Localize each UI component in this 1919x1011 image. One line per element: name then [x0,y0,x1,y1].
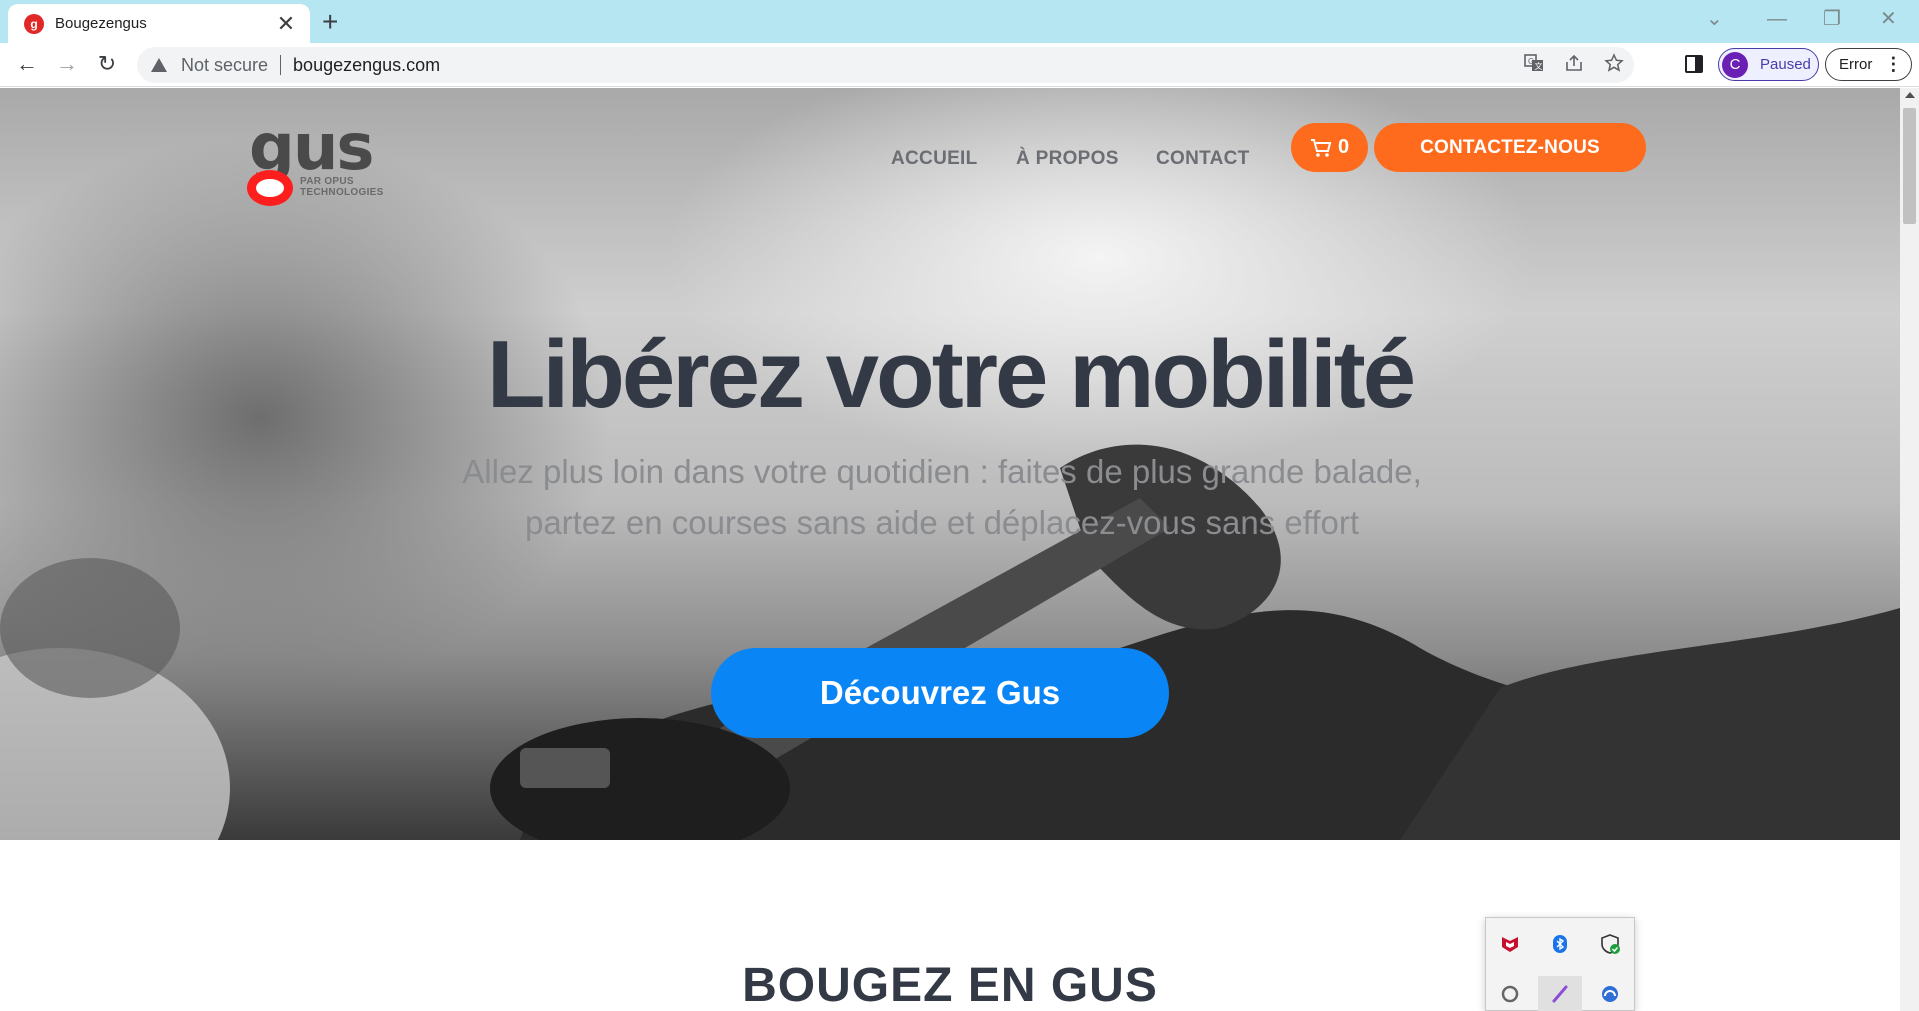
pen-icon[interactable] [1538,976,1582,1011]
reload-icon[interactable]: ↻ [91,49,123,79]
tab-search-icon[interactable]: ⌄ [1706,4,1723,34]
svg-text:文: 文 [1535,61,1543,71]
security-shield-icon[interactable] [1598,932,1622,956]
scroll-thumb[interactable] [1903,108,1916,224]
restore-icon[interactable]: ❐ [1823,4,1841,34]
url-text[interactable]: bougezengus.com [293,55,1514,76]
bluetooth-icon[interactable] [1548,932,1572,956]
contactez-nous-button[interactable]: CONTACTEZ-NOUS [1374,123,1646,172]
error-label: Error [1839,56,1873,73]
back-icon[interactable]: ← [11,49,43,79]
side-panel-icon[interactable] [1685,55,1703,73]
decouvrez-gus-label: Découvrez Gus [819,674,1061,711]
kebab-menu-icon: ⋮ [1884,54,1903,74]
star-icon[interactable] [1594,52,1634,78]
omnibox-separator [280,55,282,75]
decouvrez-gus-button[interactable]: Découvrez Gus [711,648,1169,738]
address-bar[interactable]: Not secure bougezengus.com G文 [137,47,1634,83]
cart-count: 0 [1337,136,1350,158]
error-menu-button[interactable]: Error ⋮ [1825,48,1912,81]
tab-title: Bougezengus [55,15,147,32]
window-close-icon[interactable]: ✕ [1880,4,1897,34]
logo-subtitle-line1: PAR OPUS [300,176,354,187]
cloud-sync-icon[interactable] [1598,982,1622,1006]
logo-subtitle-line2: TECHNOLOGIES [300,187,384,198]
page-scrollbar[interactable] [1900,88,1919,1011]
forward-icon[interactable]: → [51,49,83,79]
creative-cloud-icon[interactable] [1498,982,1522,1006]
nav-contact[interactable]: CONTACT [1156,148,1250,170]
mcafee-icon[interactable] [1498,932,1522,956]
cart-button[interactable]: 0 [1291,123,1368,172]
contactez-nous-label: CONTACTEZ-NOUS [1420,136,1600,158]
nav-a-propos[interactable]: À PROPOS [1016,148,1119,170]
security-label[interactable]: Not secure [181,55,268,76]
system-tray-popup [1485,917,1635,1011]
avatar: C [1722,51,1748,78]
scroll-up-arrow-icon[interactable] [1905,92,1915,98]
not-secure-warning-icon[interactable] [151,58,167,72]
logo-red-ring [247,170,293,206]
share-icon[interactable] [1554,53,1594,78]
hero-title: Libérez votre mobilité [486,321,1416,428]
browser-tab-bar: g Bougezengus ✕ + ⌄ — ❐ ✕ [0,0,1919,43]
new-tab-button[interactable]: + [322,8,338,36]
logo-subtitle: PAR OPUS TECHNOLOGIES [300,176,384,198]
nav-accueil[interactable]: ACCUEIL [891,148,978,170]
hero-subtitle: Allez plus loin dans votre quotidien : f… [462,453,1422,541]
cart-icon [1310,138,1332,157]
minimize-icon[interactable]: — [1767,4,1787,34]
profile-button[interactable]: C Paused [1718,48,1819,81]
browser-toolbar: ← → ↻ Not secure bougezengus.com G文 C Pa… [0,43,1919,87]
tab-close-icon[interactable]: ✕ [274,12,298,35]
profile-status: Paused [1760,56,1811,73]
page-viewport: gus PAR OPUS TECHNOLOGIES ACCUEIL À PROP… [0,88,1900,1011]
site-favicon-icon: g [24,13,44,34]
translate-icon[interactable]: G文 [1514,53,1554,78]
browser-tab[interactable]: g Bougezengus ✕ [8,4,310,43]
hero-section: gus PAR OPUS TECHNOLOGIES ACCUEIL À PROP… [0,88,1900,840]
site-logo[interactable]: gus PAR OPUS TECHNOLOGIES [244,111,414,206]
